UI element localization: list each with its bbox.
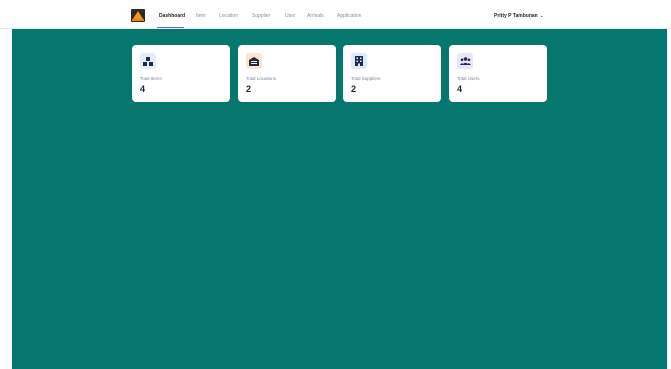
stat-value: 4	[140, 84, 146, 94]
boxes-icon	[140, 53, 156, 69]
stat-label: Total Suppliers	[351, 76, 381, 81]
nav-link-user[interactable]: User	[285, 13, 296, 20]
nav-link-application[interactable]: Application	[337, 13, 361, 20]
stat-card-suppliers: Total Suppliers 2	[343, 45, 441, 102]
dashboard-main	[12, 29, 667, 369]
warehouse-icon	[246, 53, 262, 69]
nav-link-arrivals[interactable]: Arrivals	[307, 13, 324, 20]
logo-base-shape	[132, 19, 144, 21]
logo-mountain-shape	[133, 11, 143, 19]
chevron-down-icon: ⌄	[539, 13, 544, 19]
stat-label: Total Items	[140, 76, 162, 81]
stat-card-locations: Total Locations 2	[238, 45, 336, 102]
nav-link-supplier[interactable]: Supplier	[252, 13, 270, 20]
users-icon	[457, 53, 473, 69]
nav-link-dashboard[interactable]: Dashboard	[159, 13, 185, 20]
user-name: Pritty P Tambunan	[494, 13, 538, 19]
stat-card-items: Total Items 4	[132, 45, 230, 102]
stat-value: 2	[246, 84, 252, 94]
building-icon	[351, 53, 367, 69]
stat-card-users: Total Users 4	[449, 45, 547, 102]
stat-label: Total Locations	[246, 76, 277, 81]
top-navbar: Dashboard Item Location Supplier User Ar…	[0, 0, 671, 29]
stat-value: 2	[351, 84, 357, 94]
active-nav-indicator	[157, 27, 184, 28]
nav-link-item[interactable]: Item	[196, 13, 206, 20]
user-menu[interactable]: Pritty P Tambunan ⌄	[494, 13, 544, 20]
app-logo[interactable]	[131, 9, 145, 22]
nav-link-location[interactable]: Location	[219, 13, 238, 20]
stat-label: Total Users	[457, 76, 480, 81]
stat-value: 4	[457, 84, 463, 94]
